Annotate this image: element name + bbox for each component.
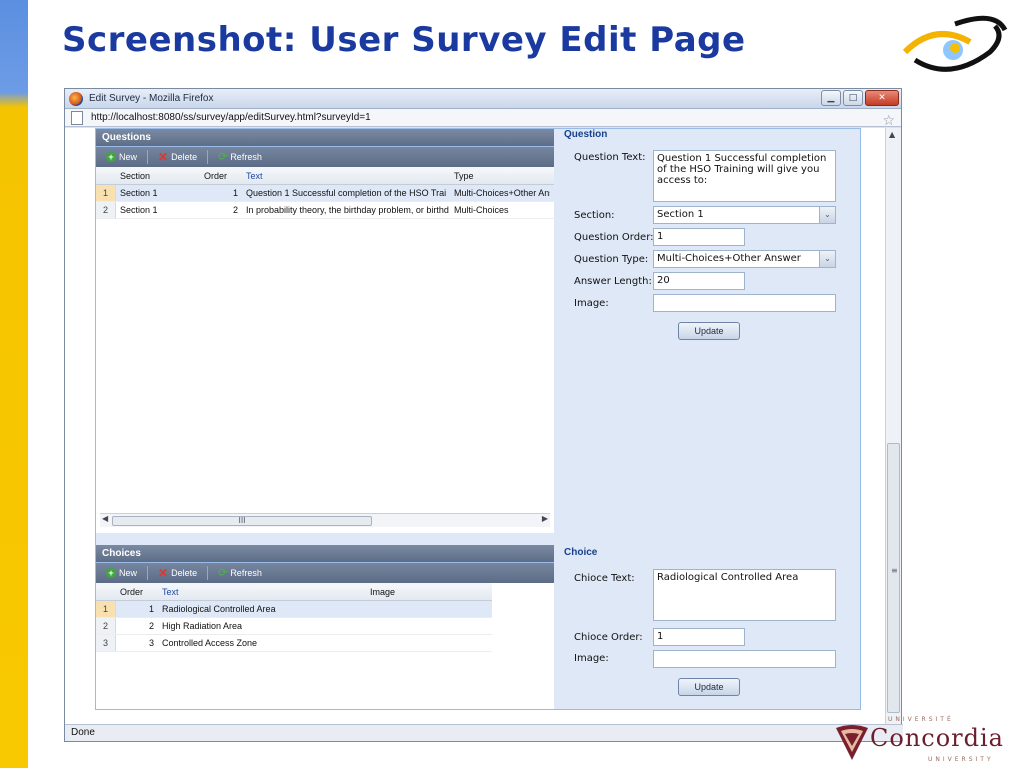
- choice-form-title: Choice: [564, 547, 598, 558]
- university-label: UNIVERSITY: [928, 756, 994, 763]
- column-header-order[interactable]: Order: [200, 171, 242, 181]
- toolbar-separator: [147, 566, 149, 580]
- scroll-left-icon[interactable]: ◀: [102, 514, 108, 523]
- choice-form: Choice Chioce Text: Radiological Control…: [556, 545, 860, 709]
- delete-icon: ✕: [158, 150, 169, 164]
- scroll-up-icon[interactable]: ▲: [889, 130, 895, 139]
- minimize-button[interactable]: ▁: [821, 90, 841, 106]
- choice-update-button[interactable]: Update: [678, 678, 740, 696]
- question-type-label: Question Type:: [574, 254, 649, 265]
- column-header-section[interactable]: Section: [116, 171, 200, 181]
- answer-length-field[interactable]: 20: [653, 272, 745, 290]
- chevron-down-icon[interactable]: ⌄: [819, 251, 835, 267]
- question-text-field[interactable]: Question 1 Successful completion of the …: [653, 150, 836, 202]
- refresh-icon: ⟳: [218, 151, 228, 163]
- choices-panel-title: Choices: [96, 545, 554, 563]
- column-header-text[interactable]: Text: [242, 171, 450, 181]
- answer-length-label: Answer Length:: [574, 276, 652, 287]
- scrollbar-thumb[interactable]: III: [112, 516, 372, 526]
- column-header-image[interactable]: Image: [366, 587, 486, 597]
- chevron-down-icon[interactable]: ⌄: [819, 207, 835, 223]
- refresh-icon: ⟳: [218, 567, 228, 579]
- add-icon: +: [106, 568, 116, 578]
- choices-toolbar: + New ✕ Delete ⟳ Refresh: [96, 563, 554, 583]
- address-bar[interactable]: http://localhost:8080/ss/survey/app/edit…: [65, 109, 901, 127]
- questions-toolbar: + New ✕ Delete ⟳ Refresh: [96, 147, 554, 167]
- table-row[interactable]: 2 2 High Radiation Area: [96, 618, 492, 635]
- choice-new-button[interactable]: + New: [102, 568, 141, 578]
- swirl-logo-icon: [902, 15, 1008, 72]
- firefox-icon: [69, 91, 83, 106]
- choice-order-label: Chioce Order:: [574, 632, 643, 643]
- table-row[interactable]: 1 1 Radiological Controlled Area: [96, 601, 492, 618]
- question-update-button[interactable]: Update: [678, 322, 740, 340]
- question-new-button[interactable]: + New: [102, 152, 141, 162]
- choice-text-label: Chioce Text:: [574, 573, 635, 584]
- questions-horizontal-scrollbar[interactable]: ◀ III ▶: [100, 513, 550, 527]
- question-image-label: Image:: [574, 298, 609, 309]
- choices-panel: Choices + New ✕ Delete ⟳ Refresh Order T…: [96, 545, 554, 709]
- choices-grid-header: Order Text Image: [96, 583, 492, 601]
- window-title: Edit Survey - Mozilla Firefox: [89, 93, 214, 104]
- scrollbar-thumb[interactable]: ≡: [887, 443, 900, 713]
- left-accent-strip: [0, 0, 28, 768]
- scroll-right-icon[interactable]: ▶: [542, 514, 548, 523]
- url-text[interactable]: http://localhost:8080/ss/survey/app/edit…: [91, 112, 371, 123]
- toolbar-separator: [207, 150, 209, 164]
- bookmark-star-icon[interactable]: ☆: [882, 113, 895, 129]
- browser-titlebar: Edit Survey - Mozilla Firefox ▁ □ ✕: [65, 89, 901, 109]
- column-header-text[interactable]: Text: [158, 587, 366, 597]
- delete-icon: ✕: [158, 566, 169, 580]
- maximize-button[interactable]: □: [843, 90, 863, 106]
- questions-panel-title: Questions: [96, 129, 554, 147]
- page-icon: [71, 110, 83, 125]
- universite-label: UNIVERSITÉ: [888, 716, 954, 723]
- table-row[interactable]: 2 Section 1 2 In probability theory, the…: [96, 202, 554, 219]
- choice-order-field[interactable]: 1: [653, 628, 745, 646]
- question-image-field[interactable]: [653, 294, 836, 312]
- question-refresh-button[interactable]: ⟳ Refresh: [214, 151, 266, 163]
- table-row[interactable]: 3 3 Controlled Access Zone: [96, 635, 492, 652]
- questions-grid: Section Order Text Type 1 Section 1 1 Qu…: [96, 167, 554, 219]
- question-text-label: Question Text:: [574, 152, 646, 163]
- question-order-label: Question Order:: [574, 232, 654, 243]
- browser-window: Edit Survey - Mozilla Firefox ▁ □ ✕ http…: [64, 88, 903, 742]
- questions-panel: Questions + New ✕ Delete ⟳ Refresh Secti…: [96, 129, 554, 533]
- choice-image-label: Image:: [574, 653, 609, 664]
- choice-image-field[interactable]: [653, 650, 836, 668]
- table-row[interactable]: 1 Section 1 1 Question 1 Successful comp…: [96, 185, 554, 202]
- question-delete-button[interactable]: ✕ Delete: [154, 150, 201, 164]
- question-type-select[interactable]: Multi-Choices+Other Answer ⌄: [653, 250, 836, 268]
- question-form: Question Question Text: Question 1 Succe…: [556, 129, 860, 533]
- question-order-field[interactable]: 1: [653, 228, 745, 246]
- choice-refresh-button[interactable]: ⟳ Refresh: [214, 567, 266, 579]
- slide-title: Screenshot: User Survey Edit Page: [62, 20, 746, 60]
- section-label: Section:: [574, 210, 615, 221]
- choice-text-field[interactable]: Radiological Controlled Area: [653, 569, 836, 621]
- toolbar-separator: [147, 150, 149, 164]
- grip-icon: ≡: [891, 566, 898, 575]
- shield-icon: [836, 725, 868, 760]
- concordia-logo: UNIVERSITÉ Concordia UNIVERSITY: [832, 714, 1022, 766]
- add-icon: +: [106, 152, 116, 162]
- concordia-wordmark: Concordia: [870, 724, 1004, 752]
- survey-editor: Questions + New ✕ Delete ⟳ Refresh Secti…: [95, 128, 861, 710]
- section-select[interactable]: Section 1 ⌄: [653, 206, 836, 224]
- close-button[interactable]: ✕: [865, 90, 899, 106]
- page-content: Questions + New ✕ Delete ⟳ Refresh Secti…: [65, 128, 887, 726]
- column-header-order[interactable]: Order: [116, 587, 158, 597]
- questions-grid-header: Section Order Text Type: [96, 167, 554, 185]
- slide: Screenshot: User Survey Edit Page Edit S…: [0, 0, 1024, 768]
- choice-delete-button[interactable]: ✕ Delete: [154, 566, 201, 580]
- column-header-type[interactable]: Type: [450, 171, 550, 181]
- status-bar: Done: [65, 724, 903, 741]
- choices-grid: Order Text Image 1 1 Radiological Contro…: [96, 583, 492, 652]
- page-vertical-scrollbar[interactable]: ▲ ≡: [885, 128, 901, 726]
- question-form-title: Question: [564, 129, 608, 140]
- toolbar-separator: [207, 566, 209, 580]
